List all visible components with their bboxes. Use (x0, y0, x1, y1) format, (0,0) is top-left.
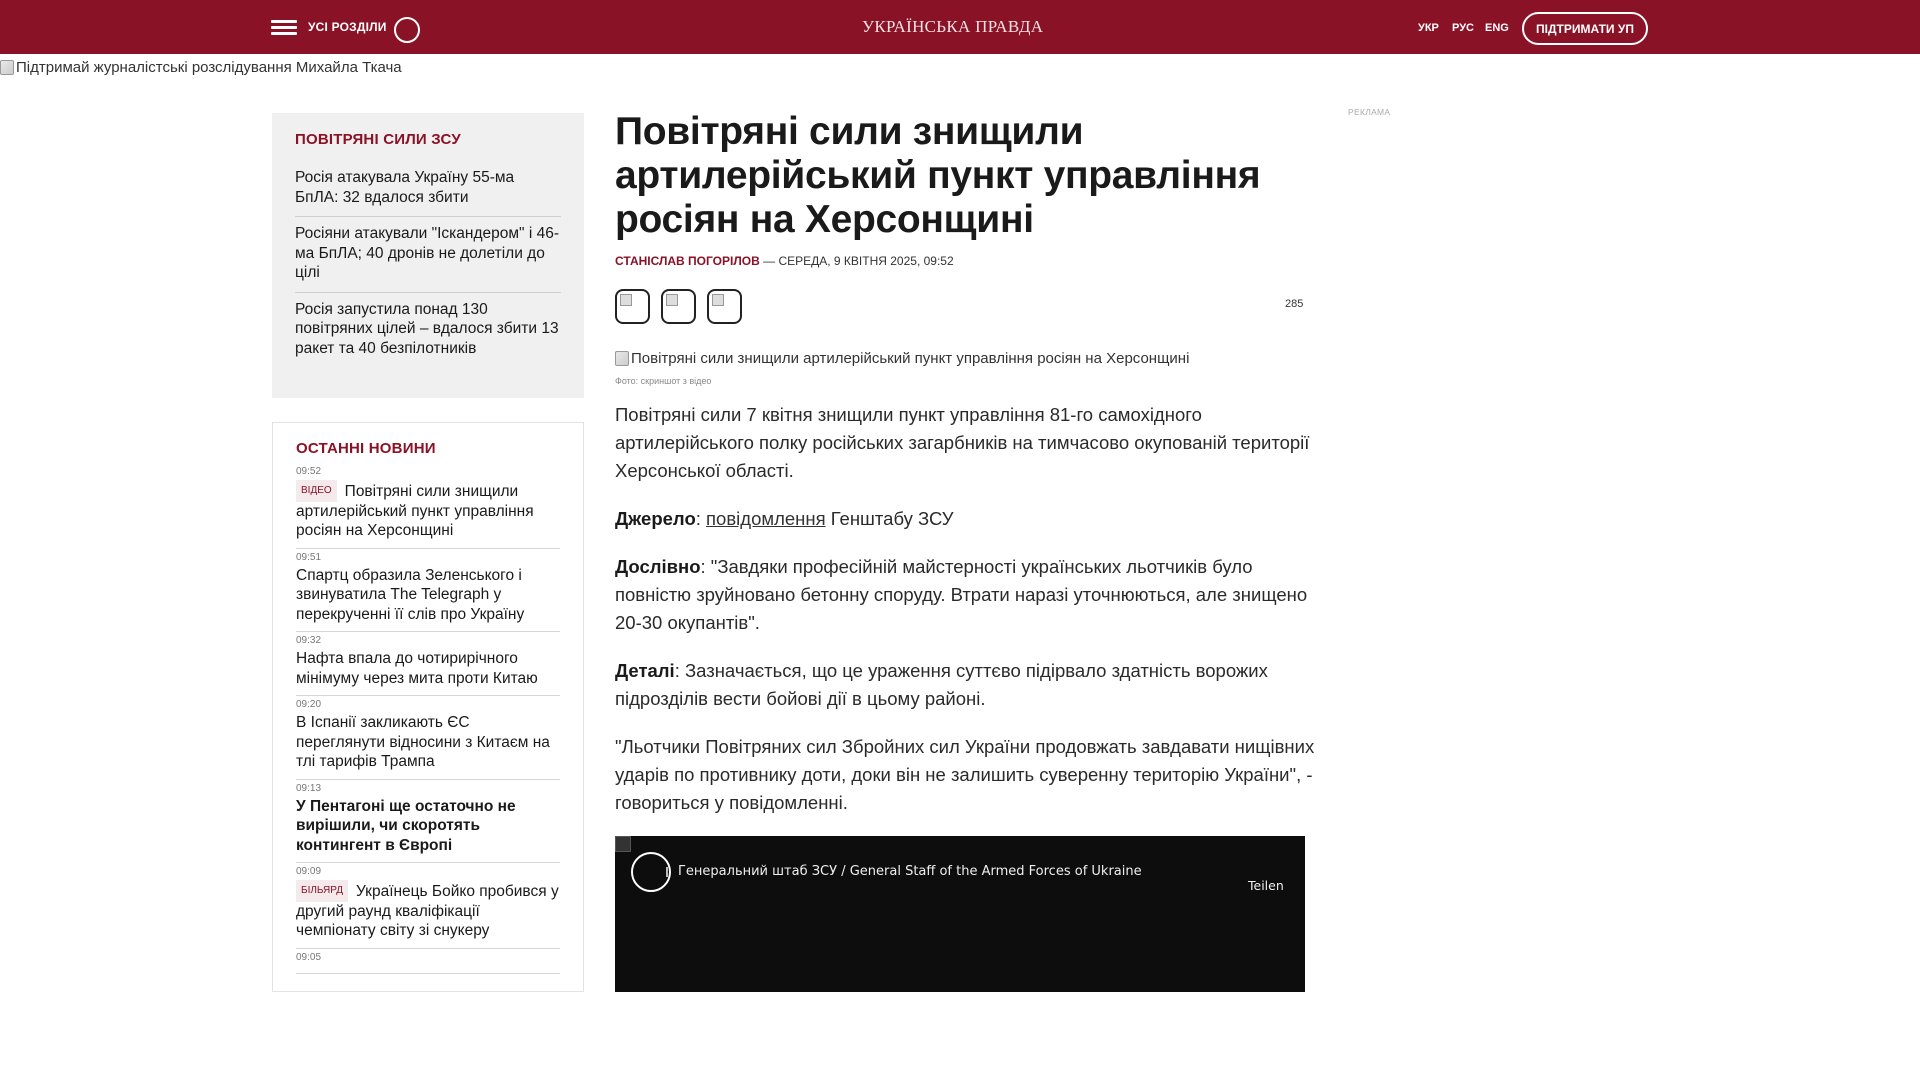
share-buttons (615, 289, 742, 324)
source-link[interactable]: повідомлення (706, 508, 826, 529)
topic-item[interactable]: Росія запустила понад 130 повітряних ціл… (295, 293, 561, 368)
news-time: 09:52 (296, 466, 322, 477)
details-label: Деталі (615, 660, 675, 681)
news-item[interactable]: 09:13 У Пентагоні ще остаточно не вирішил… (296, 780, 560, 863)
support-button[interactable]: ПІДТРИМАТИ УП (1522, 12, 1648, 45)
channel-avatar[interactable] (631, 852, 671, 892)
view-count: 285 (1285, 298, 1304, 310)
news-item[interactable]: 09:52 ВІДЕО Повітряні сили знищили артилер… (296, 463, 560, 549)
all-sections-link[interactable]: УСІ РОЗДІЛИ (308, 20, 387, 34)
video-embed[interactable]: Генеральний штаб ЗСУ / General Staff of … (615, 836, 1305, 992)
news-item[interactable]: 09:32 Нафта впала до чотирирічного мініму… (296, 632, 560, 696)
topic-item[interactable]: Росія атакувала Україну 55-ма БпЛА: 32 в… (295, 161, 561, 217)
news-headline[interactable]: У Пентагоні ще остаточно не вирішили, чи… (296, 798, 516, 854)
paragraph-source: Джерело: повідомлення Генштабу ЗСУ (615, 505, 1315, 533)
source-colon: : (695, 508, 707, 529)
topic-box: ПОВІТРЯНІ СИЛИ ЗСУ Росія атакувала Украї… (272, 113, 584, 398)
video-thumbnail-icon (615, 836, 631, 852)
source-rest: Генштабу ЗСУ (825, 508, 954, 529)
author-link[interactable]: СТАНІСЛАВ ПОГОРІЛОВ (615, 254, 760, 268)
image-alt-text: Повітряні сили знищили артилерійський пу… (631, 350, 1190, 367)
news-tag[interactable]: БІЛЬЯРД (296, 880, 349, 902)
publish-date: СЕРЕДА, 9 КВІТНЯ 2025, 09:52 (778, 254, 954, 268)
news-headline[interactable]: Нафта впала до чотирирічного мінімуму че… (296, 650, 538, 687)
news-headline-wrap: БІЛЬЯРД Українець Бойко пробився у другий… (296, 880, 560, 941)
latest-news-title[interactable]: ОСТАННІ НОВИНИ (296, 440, 560, 457)
quote-text: : "Завдяки професійній майстерності укра… (615, 556, 1308, 633)
news-time: 09:32 (296, 635, 322, 646)
news-item[interactable]: 09:51 Спартц образила Зеленського і звину… (296, 549, 560, 632)
source-label: Джерело (615, 508, 696, 529)
paragraph-quote: Дослівно: "Завдяки професійній майстерно… (615, 553, 1315, 637)
site-header: УСІ РОЗДІЛИ УКРАЇНСЬКА ПРАВДА УКР РУС EN… (0, 0, 1920, 54)
news-headline[interactable]: Спартц образила Зеленського і звинуватил… (296, 567, 524, 623)
news-headline-wrap: ВІДЕО Повітряні сили знищили артилерійськ… (296, 480, 560, 541)
news-headline-wrap: В Іспанії закликають ЄС переглянути відн… (296, 713, 560, 772)
topic-item[interactable]: Росіяни атакували "Іскандером" і 46-ма Б… (295, 217, 561, 293)
topic-box-title[interactable]: ПОВІТРЯНІ СИЛИ ЗСУ (295, 131, 561, 148)
menu-icon[interactable] (271, 20, 297, 36)
site-logo[interactable]: УКРАЇНСЬКА ПРАВДА (862, 17, 1043, 37)
byline-separator: — (759, 254, 779, 268)
news-headline-wrap: Спартц образила Зеленського і звинуватил… (296, 566, 560, 625)
article-headline: Повітряні сили знищили артилерійський пу… (615, 110, 1261, 241)
share-telegram-icon[interactable] (707, 289, 742, 324)
quote-label: Дослівно (615, 556, 701, 577)
share-twitter-icon[interactable] (661, 289, 696, 324)
article-image: Повітряні сили знищили артилерійський пу… (615, 350, 1189, 367)
paragraph-1: Повітряні сили 7 квітня знищили пункт уп… (615, 404, 1310, 481)
lang-rus-link[interactable]: РУС (1452, 22, 1474, 34)
news-item[interactable]: 09:20 В Іспанії закликають ЄС переглянути… (296, 696, 560, 780)
lang-ukr-link[interactable]: УКР (1418, 22, 1439, 34)
lang-eng-link[interactable]: ENG (1485, 22, 1509, 34)
avatar-divider (666, 867, 668, 877)
news-time: 09:51 (296, 551, 322, 563)
news-list: 09:52 ВІДЕО Повітряні сили знищили артилер… (296, 463, 560, 974)
video-share-button[interactable]: Teilen (1248, 878, 1284, 893)
news-item[interactable]: 09:05 (296, 949, 560, 974)
share-facebook-icon[interactable] (615, 289, 650, 324)
promo-alt-text: Підтримай журналістські розслідування Ми… (16, 59, 402, 76)
news-tag[interactable]: ВІДЕО (296, 480, 337, 502)
news-headline[interactable]: В Іспанії закликають ЄС переглянути відн… (296, 714, 550, 770)
broken-image-icon (0, 60, 14, 75)
ad-label: РЕКЛАМА (1348, 107, 1391, 117)
image-caption: Фото: скриншот з відео (615, 376, 712, 386)
video-channel-title[interactable]: Генеральний штаб ЗСУ / General Staff of … (678, 864, 1142, 879)
paragraph-details: Деталі: Зазначається, що це ураження сут… (615, 657, 1315, 713)
news-time: 09:05 (296, 951, 322, 963)
details-text: : Зазначається, що це ураження суттєво п… (615, 660, 1268, 709)
article-body: Повітряні сили 7 квітня знищили пункт уп… (615, 401, 1315, 837)
search-icon[interactable] (394, 17, 420, 43)
byline: СТАНІСЛАВ ПОГОРІЛОВ — СЕРЕДА, 9 КВІТНЯ 2… (615, 254, 954, 268)
promo-banner[interactable]: Підтримай журналістські розслідування Ми… (0, 59, 402, 76)
news-headline-wrap: Нафта впала до чотирирічного мінімуму че… (296, 649, 560, 688)
broken-image-icon (615, 351, 629, 366)
latest-news-box: ОСТАННІ НОВИНИ 09:52 ВІДЕО Повітряні сили … (272, 422, 584, 992)
news-time: 09:13 (296, 782, 322, 794)
news-item[interactable]: 09:09 БІЛЬЯРД Українець Бойко пробився у д… (296, 863, 560, 949)
news-time: 09:20 (296, 699, 322, 710)
paragraph-5: "Льотчики Повітряних сил Збройних сил Ук… (615, 736, 1315, 813)
news-time: 09:09 (296, 866, 322, 877)
news-headline-wrap: У Пентагоні ще остаточно не вирішили, чи… (296, 797, 560, 856)
